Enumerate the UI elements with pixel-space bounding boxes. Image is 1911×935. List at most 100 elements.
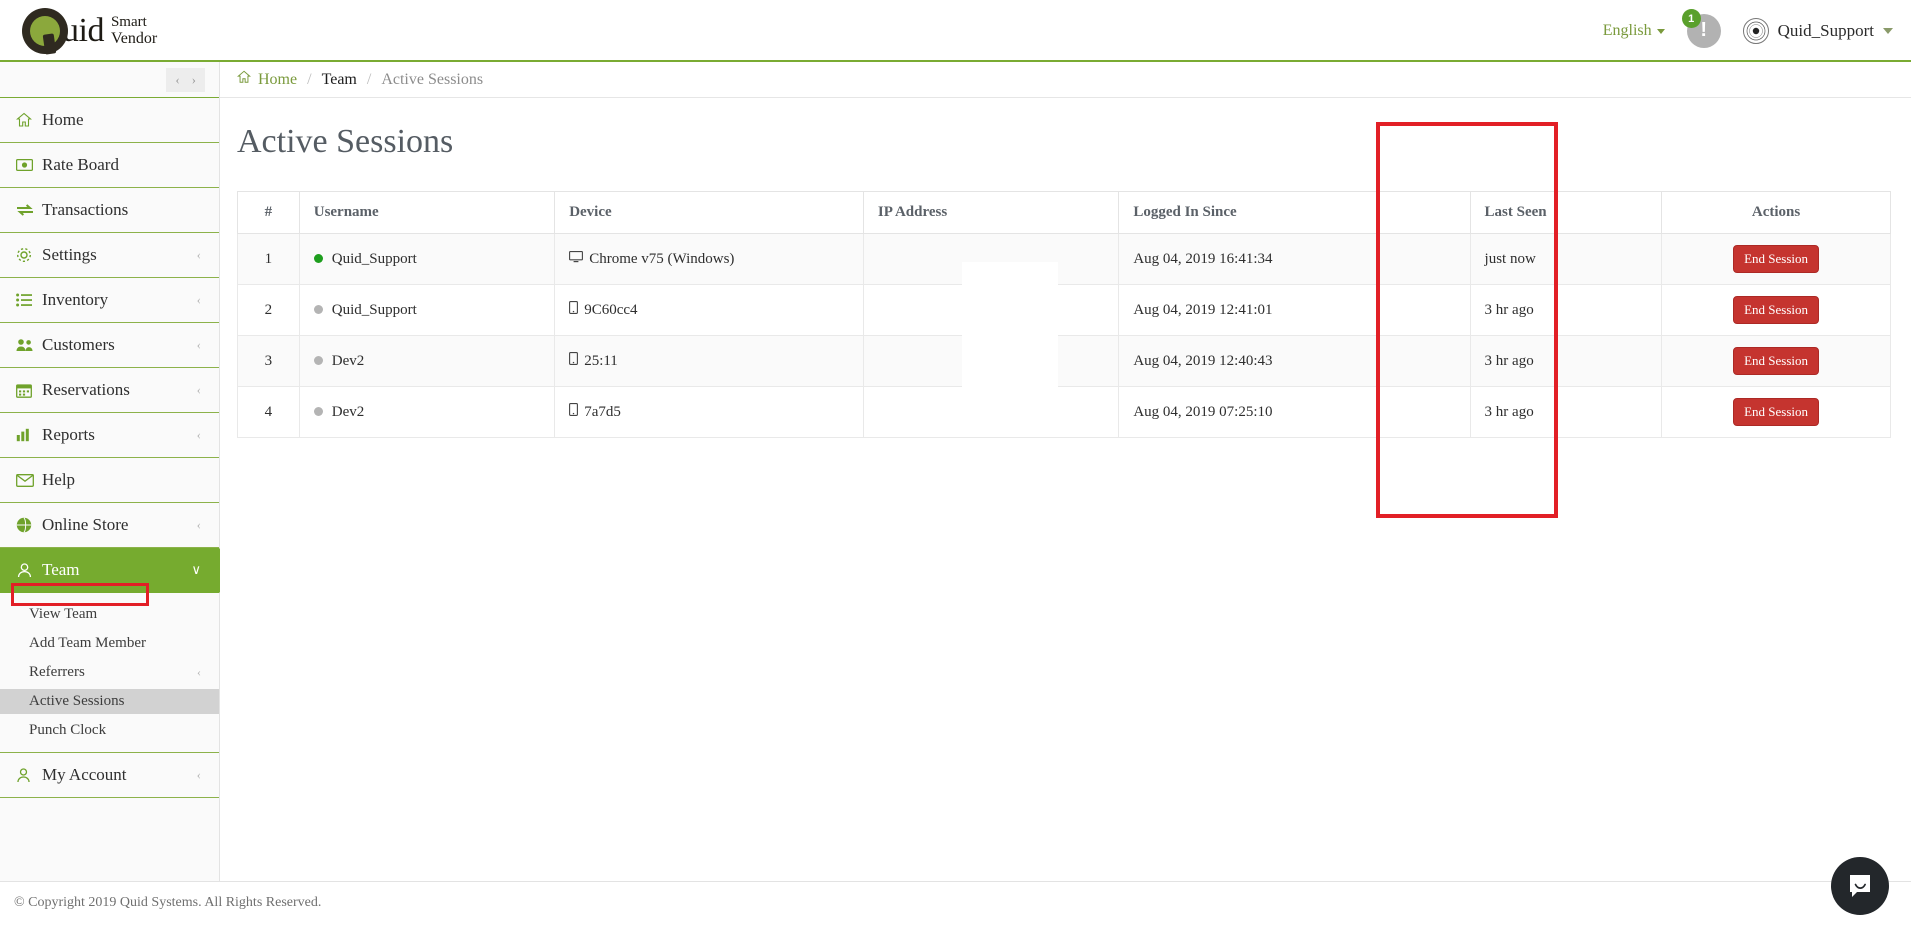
- sidebar-item-arrow: ‹: [196, 382, 201, 397]
- sidebar-item-rate-board[interactable]: Rate Board: [0, 143, 219, 188]
- sidebar-item-arrow: ‹: [196, 517, 201, 532]
- copyright-text: © Copyright 2019 Quid Systems. All Right…: [14, 895, 322, 910]
- sidebar-item-settings[interactable]: Settings ‹: [0, 233, 219, 278]
- sidebar-subitem-add-team-member[interactable]: Add Team Member: [0, 631, 219, 656]
- cell-device: 25:11: [554, 335, 864, 387]
- table-row: 2 Quid_Support 9C60cc4 Aug 04, 2019 12:4…: [237, 284, 1891, 336]
- sidebar-subitem-active-sessions[interactable]: Active Sessions: [0, 689, 219, 714]
- table-head: # Username Device IP Address Logged In S…: [237, 191, 1891, 234]
- language-selector[interactable]: English: [1603, 22, 1665, 40]
- breadcrumb-home-label: Home: [258, 70, 298, 88]
- home-icon: [236, 70, 252, 89]
- sidebar-item-label: Inventory: [42, 290, 109, 309]
- column-header-logged-in-since: Logged In Since: [1118, 191, 1471, 234]
- end-session-button[interactable]: End Session: [1733, 347, 1820, 375]
- cell-device: Chrome v75 (Windows): [554, 233, 864, 285]
- sidebar-item-label: Settings: [42, 245, 97, 264]
- sidebar-item-transactions[interactable]: Transactions: [0, 188, 219, 233]
- top-bar-right: English ! 1 Quid_Support: [1603, 0, 1893, 62]
- username-label: Quid_Support: [331, 301, 417, 318]
- mobile-icon: [569, 301, 579, 318]
- sidebar-item-help[interactable]: Help: [0, 458, 219, 503]
- user-menu[interactable]: Quid_Support: [1742, 18, 1893, 44]
- sidebar-item-customers[interactable]: Customers ‹: [0, 323, 219, 368]
- sidebar-subitem-label: Add Team Member: [29, 635, 146, 651]
- brand-logo[interactable]: uid Smart Vendor: [22, 6, 157, 56]
- brand-tagline: Smart Vendor: [111, 15, 157, 47]
- breadcrumb-home[interactable]: Home: [236, 70, 298, 89]
- end-session-button[interactable]: End Session: [1733, 296, 1820, 324]
- end-session-button[interactable]: End Session: [1733, 398, 1820, 426]
- sidebar-submenu-team: View Team Add Team Member Referrers ‹ Ac…: [0, 602, 219, 753]
- sidebar-subitem-referrers[interactable]: Referrers ‹: [0, 660, 219, 685]
- notifications-button[interactable]: ! 1: [1681, 9, 1721, 48]
- column-header-actions: Actions: [1661, 191, 1891, 234]
- sidebar-item-online-store[interactable]: Online Store ‹: [0, 503, 219, 548]
- brand-name: uid: [62, 12, 104, 49]
- sidebar-item-label: Team: [42, 560, 80, 579]
- envelope-icon: [16, 473, 42, 487]
- cell-number: 1: [237, 233, 300, 285]
- chat-support-button[interactable]: [1831, 857, 1889, 915]
- cell-logged-in-since: Aug 04, 2019 16:41:34: [1118, 233, 1471, 285]
- cell-device: 7a7d5: [554, 386, 864, 438]
- sidebar-item-reports[interactable]: Reports ‹: [0, 413, 219, 458]
- status-dot-offline: [313, 406, 323, 416]
- sidebar-item-reservations[interactable]: Reservations ‹: [0, 368, 219, 413]
- sidebar-item-label: Rate Board: [42, 155, 119, 174]
- sidebar-subitem-label: Punch Clock: [29, 722, 107, 738]
- calendar-icon: [16, 383, 42, 398]
- chevron-down-icon: [1883, 28, 1893, 34]
- cell-last-seen: 3 hr ago: [1469, 335, 1663, 387]
- sidebar-item-label: Reservations: [42, 380, 130, 399]
- breadcrumb-parent[interactable]: Team: [322, 71, 357, 89]
- sidebar-item-label: Transactions: [42, 200, 129, 219]
- breadcrumb: Home / Team / Active Sessions: [220, 62, 1911, 98]
- ip-address-redaction: [962, 262, 1058, 405]
- cell-logged-in-since: Aug 04, 2019 12:40:43: [1118, 335, 1471, 387]
- chevron-left-icon[interactable]: ‹: [175, 72, 179, 88]
- breadcrumb-separator: /: [366, 70, 372, 88]
- sidebar-item-arrow: ‹: [196, 767, 201, 782]
- caret-down-icon: [1656, 28, 1665, 34]
- user-menu-label: Quid_Support: [1777, 21, 1874, 40]
- sidebar: ‹ › Home Rate Board Transactions Setting…: [0, 62, 240, 935]
- sidebar-subitem-punch-clock[interactable]: Punch Clock: [0, 718, 219, 743]
- exchange-arrows-icon: [16, 203, 42, 217]
- sidebar-collapse-toggle[interactable]: ‹ ›: [166, 67, 205, 92]
- cell-device: 9C60cc4: [554, 284, 864, 336]
- avatar: [1742, 18, 1769, 44]
- cell-actions: End Session: [1661, 284, 1891, 336]
- column-header-number: #: [237, 191, 300, 234]
- sidebar-item-label: Help: [42, 470, 76, 489]
- globe-icon: [16, 517, 42, 533]
- sidebar-subitem-view-team[interactable]: View Team: [0, 602, 219, 627]
- quid-q-logo-icon: [22, 8, 68, 55]
- sidebar-item-inventory[interactable]: Inventory ‹: [0, 278, 219, 323]
- chevron-down-icon: ∨: [191, 562, 201, 577]
- cell-actions: End Session: [1661, 335, 1891, 387]
- team-user-icon: [16, 562, 42, 578]
- sidebar-item-team[interactable]: Team ∨: [0, 548, 240, 593]
- device-label: 9C60cc4: [584, 302, 638, 318]
- bar-chart-icon: [16, 428, 42, 442]
- desktop-icon: [569, 250, 584, 267]
- column-header-last-seen: Last Seen: [1469, 191, 1663, 234]
- table-header-row: # Username Device IP Address Logged In S…: [237, 191, 1891, 234]
- column-header-ip-address: IP Address: [862, 191, 1120, 234]
- status-dot-offline: [313, 355, 323, 365]
- sidebar-item-home[interactable]: Home: [0, 98, 219, 143]
- end-session-button[interactable]: End Session: [1733, 245, 1820, 273]
- username-label: Quid_Support: [331, 250, 417, 267]
- sidebar-item-arrow: ‹: [196, 292, 201, 307]
- sidebar-item-my-account[interactable]: My Account ‹: [0, 753, 219, 798]
- column-header-username: Username: [298, 191, 556, 234]
- status-dot-offline: [313, 304, 323, 314]
- cell-last-seen: 3 hr ago: [1469, 386, 1663, 438]
- table-row: 1 Quid_Support Chrome v75 (Windows) Aug …: [237, 233, 1891, 285]
- chevron-right-icon[interactable]: ›: [192, 72, 196, 88]
- mobile-icon: [569, 403, 579, 420]
- notification-count-badge: 1: [1681, 9, 1701, 28]
- home-icon: [16, 112, 42, 128]
- list-ul-icon: [16, 293, 42, 307]
